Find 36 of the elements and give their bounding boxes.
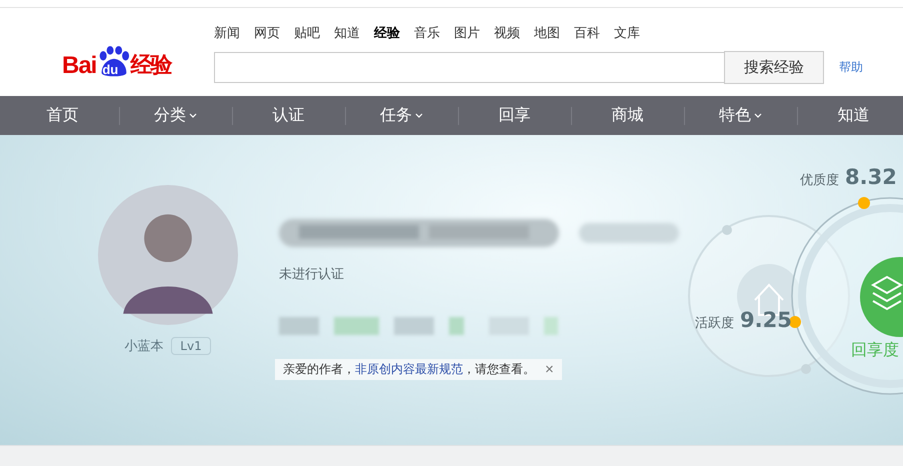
top-nav-link[interactable]: 音乐 <box>414 24 440 46</box>
nav-item[interactable]: 首页 <box>46 105 78 126</box>
nav-item[interactable]: 分类 <box>154 105 197 126</box>
search-field[interactable] <box>214 52 724 83</box>
score-value: 9.25 <box>740 308 792 332</box>
top-nav-link[interactable]: 视频 <box>494 24 520 46</box>
guidelines-link[interactable]: 非原创内容最新规范 <box>355 362 463 376</box>
username[interactable]: 小蓝本 <box>124 337 164 355</box>
score-value: 8.32 <box>845 165 897 189</box>
nav-item[interactable]: 回享 <box>498 105 530 126</box>
caret-icon <box>754 113 762 118</box>
top-nav-link[interactable]: 图片 <box>454 24 480 46</box>
caret-icon <box>415 113 423 118</box>
top-nav-link[interactable]: 百科 <box>574 24 600 46</box>
top-nav-link[interactable]: 文库 <box>614 24 640 46</box>
top-nav-link[interactable]: 知道 <box>334 24 360 46</box>
search-button[interactable]: 搜索经验 <box>724 51 824 84</box>
nav-item[interactable]: 商城 <box>612 105 644 126</box>
score-label: 活跃度 <box>695 315 734 332</box>
nav-item[interactable]: 认证 <box>272 105 304 126</box>
certification-status: 未进行认证 <box>279 266 344 283</box>
top-nav-link[interactable]: 经验 <box>374 24 400 46</box>
nav-item[interactable]: 特色 <box>719 105 762 126</box>
nav-item[interactable]: 知道 <box>838 105 870 126</box>
top-nav-link[interactable]: 贴吧 <box>294 24 320 46</box>
score-label: 优质度 <box>800 172 839 189</box>
baidu-jingyan-logo[interactable]: Bai du 经验 <box>62 30 202 80</box>
nav-item[interactable]: 任务 <box>380 105 423 126</box>
close-button[interactable]: × <box>545 362 554 377</box>
notice-text: 亲爱的作者，非原创内容最新规范，请您查看。 <box>283 361 535 378</box>
top-nav-link[interactable]: 新闻 <box>214 24 240 46</box>
top-nav-link[interactable]: 地图 <box>534 24 560 46</box>
level-badge: Lv1 <box>171 337 211 355</box>
help-link[interactable]: 帮助 <box>839 59 863 76</box>
caret-icon <box>189 113 197 118</box>
top-nav-link[interactable]: 网页 <box>254 24 280 46</box>
